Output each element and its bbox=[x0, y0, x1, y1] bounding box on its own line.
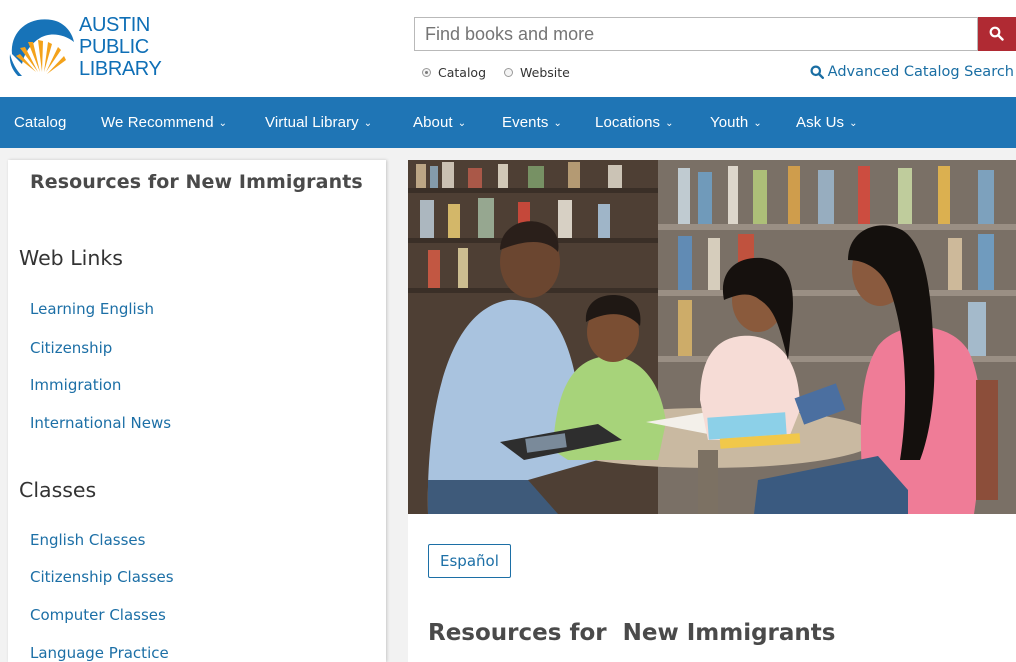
chevron-down-icon: ⌄ bbox=[363, 118, 373, 129]
radio-selected-icon bbox=[422, 68, 431, 77]
scope-catalog-label: Catalog bbox=[438, 65, 487, 80]
logo-line-library: LIBRARY bbox=[79, 58, 162, 80]
chevron-down-icon: ⌄ bbox=[753, 118, 762, 129]
sidebar-link-language-practice[interactable]: Language Practice bbox=[30, 644, 169, 662]
chevron-down-icon: ⌄ bbox=[849, 118, 858, 129]
sidebar: Resources for New Immigrants Web Links L… bbox=[8, 160, 386, 662]
magnifier-icon bbox=[810, 65, 824, 79]
sunburst-logo-icon bbox=[9, 19, 74, 76]
nav-item-about[interactable]: About ⌄ bbox=[413, 97, 466, 148]
sidebar-link-learning-english[interactable]: Learning English bbox=[30, 300, 154, 318]
nav-item-locations[interactable]: Locations ⌄ bbox=[595, 97, 674, 148]
sidebar-link-english-classes[interactable]: English Classes bbox=[30, 531, 145, 549]
logo-wordmark: AUSTIN PUBLIC LIBRARY bbox=[79, 14, 162, 80]
nav-item-label: Events bbox=[502, 114, 549, 131]
advanced-search-label: Advanced Catalog Search bbox=[827, 64, 1014, 80]
scope-website-radio[interactable]: Website bbox=[504, 65, 570, 80]
library-logo[interactable]: AUSTIN PUBLIC LIBRARY bbox=[6, 10, 166, 86]
chevron-down-icon: ⌄ bbox=[665, 118, 674, 129]
nav-item-label: Locations bbox=[595, 114, 661, 131]
logo-line-public: PUBLIC bbox=[79, 36, 149, 58]
advanced-catalog-search-link[interactable]: Advanced Catalog Search bbox=[810, 64, 1014, 80]
chevron-down-icon: ⌄ bbox=[218, 118, 228, 129]
sidebar-link-computer-classes[interactable]: Computer Classes bbox=[30, 606, 166, 624]
site-header: AUSTIN PUBLIC LIBRARY Catalog Website Ad… bbox=[0, 0, 1016, 97]
scope-website-label: Website bbox=[520, 65, 570, 80]
nav-item-label: We Recommend bbox=[101, 114, 214, 131]
hero-image-family-reading-in-library bbox=[408, 160, 1016, 514]
chevron-down-icon: ⌄ bbox=[553, 118, 562, 129]
sidebar-link-citizenship-classes[interactable]: Citizenship Classes bbox=[30, 568, 174, 586]
scope-catalog-radio[interactable]: Catalog bbox=[422, 65, 486, 80]
sidebar-link-immigration[interactable]: Immigration bbox=[30, 376, 121, 394]
search-button[interactable] bbox=[978, 17, 1016, 51]
nav-item-virtual-library[interactable]: Virtual Library ⌄ bbox=[265, 97, 372, 148]
sidebar-heading-classes: Classes bbox=[19, 478, 97, 502]
nav-item-label: Catalog bbox=[14, 114, 67, 131]
sidebar-link-citizenship[interactable]: Citizenship bbox=[30, 339, 112, 357]
search-scope-options: Catalog Website bbox=[422, 65, 588, 80]
radio-unselected-icon bbox=[504, 68, 514, 77]
sidebar-link-international-news[interactable]: International News bbox=[30, 414, 171, 432]
page-title: Resources for New Immigrants bbox=[428, 620, 836, 646]
nav-item-label: About bbox=[413, 114, 453, 131]
chevron-down-icon: ⌄ bbox=[457, 118, 467, 129]
nav-item-label: Youth bbox=[710, 114, 749, 131]
catalog-search-input[interactable] bbox=[414, 17, 978, 51]
nav-item-catalog[interactable]: Catalog bbox=[14, 97, 66, 148]
nav-item-label: Virtual Library bbox=[265, 114, 359, 131]
logo-line-austin: AUSTIN bbox=[79, 14, 150, 36]
main-navigation: Catalog We Recommend ⌄ Virtual Library ⌄ A… bbox=[0, 97, 1016, 148]
nav-item-label: Ask Us bbox=[796, 114, 845, 131]
espanol-language-button[interactable]: Español bbox=[428, 544, 511, 578]
nav-item-events[interactable]: Events ⌄ bbox=[502, 97, 562, 148]
sidebar-title: Resources for New Immigrants bbox=[30, 171, 363, 193]
main-content: Español Resources for New Immigrants bbox=[408, 160, 1016, 662]
nav-item-we-recommend[interactable]: We Recommend ⌄ bbox=[101, 97, 227, 148]
nav-item-youth[interactable]: Youth ⌄ bbox=[710, 97, 762, 148]
nav-item-ask-us[interactable]: Ask Us ⌄ bbox=[796, 97, 858, 148]
search-icon bbox=[989, 26, 1004, 41]
sidebar-heading-web-links: Web Links bbox=[19, 246, 123, 270]
